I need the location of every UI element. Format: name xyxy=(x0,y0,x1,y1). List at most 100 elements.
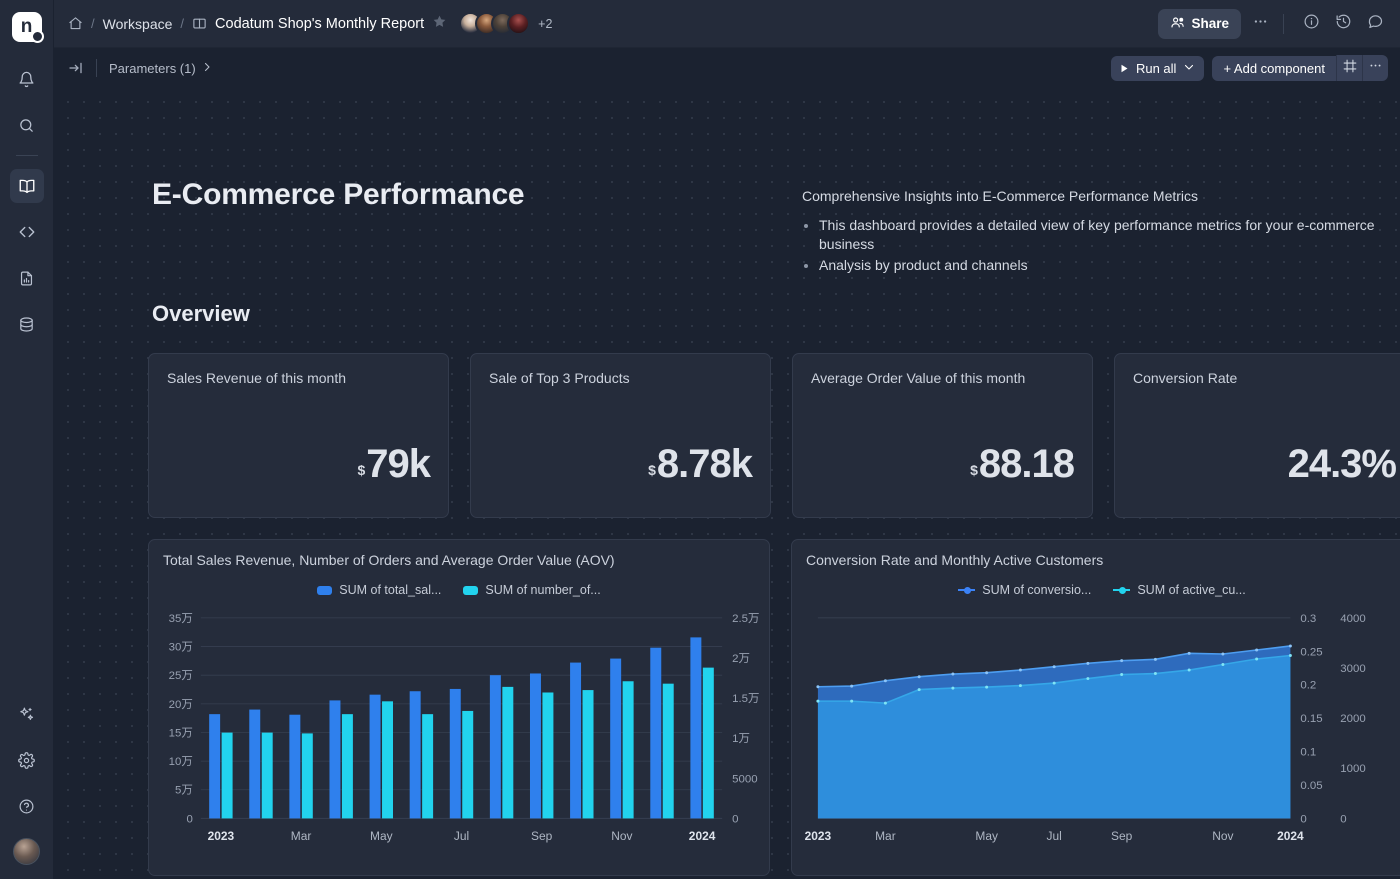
user-avatar[interactable] xyxy=(13,838,40,865)
y-axis-right-tick: 2000 xyxy=(1340,713,1365,725)
x-axis-tick: 2024 xyxy=(689,829,716,843)
legend-line-marker xyxy=(1113,589,1130,591)
comment-icon xyxy=(1367,13,1384,35)
kpi-card-average-order-value[interactable]: Average Order Value of this month $ 88.1… xyxy=(792,353,1093,518)
add-component-button[interactable]: + Add component xyxy=(1212,56,1336,81)
star-icon[interactable] xyxy=(432,14,447,34)
data-point xyxy=(1120,659,1123,662)
chart-card-sales[interactable]: Total Sales Revenue, Number of Orders an… xyxy=(148,539,770,876)
kpi-value: 24.3% xyxy=(1115,442,1396,487)
sidebar-item-notebook[interactable] xyxy=(10,169,44,203)
data-point xyxy=(985,671,988,674)
y-axis-left-tick: 5万 xyxy=(175,785,193,797)
info-button[interactable] xyxy=(1298,11,1324,37)
bar-number-of-orders xyxy=(382,701,393,818)
topbar-more-button[interactable] xyxy=(1247,11,1273,37)
people-icon xyxy=(1170,15,1185,33)
chevron-down-icon[interactable] xyxy=(1183,61,1195,76)
kpi-card-sales-revenue[interactable]: Sales Revenue of this month $ 79k xyxy=(148,353,449,518)
run-all-label: Run all xyxy=(1136,61,1176,76)
y-axis-left-tick: 30万 xyxy=(169,642,193,654)
sidebar-item-ai-assist[interactable] xyxy=(10,697,44,731)
data-point xyxy=(1255,648,1258,651)
bar-total-sales xyxy=(209,714,220,818)
y-axis-left-tick: 0.3 xyxy=(1300,613,1316,625)
parameters-button[interactable]: Parameters (1) xyxy=(109,61,213,76)
run-all-button[interactable]: Run all xyxy=(1111,56,1204,81)
page-description: Comprehensive Insights into E-Commerce P… xyxy=(802,188,1382,277)
help-circle-icon xyxy=(18,798,35,815)
sidebar-item-database[interactable] xyxy=(10,307,44,341)
breadcrumb-workspace[interactable]: Workspace xyxy=(103,16,173,32)
comments-button[interactable] xyxy=(1362,11,1388,37)
section-title-overview: Overview xyxy=(152,301,250,327)
data-point xyxy=(1120,673,1123,676)
document-title[interactable]: Codatum Shop's Monthly Report xyxy=(215,16,424,32)
kpi-card-conversion-rate[interactable]: Conversion Rate 24.3% xyxy=(1114,353,1400,518)
y-axis-right-tick: 1000 xyxy=(1340,763,1365,775)
data-point xyxy=(1188,669,1191,672)
sidebar-divider xyxy=(16,155,38,156)
bar-number-of-orders xyxy=(342,714,353,818)
version-history-button[interactable] xyxy=(1330,11,1356,37)
kpi-label: Conversion Rate xyxy=(1133,370,1396,386)
y-axis-left-tick: 0.2 xyxy=(1300,680,1316,692)
data-point xyxy=(1019,669,1022,672)
sidebar-item-code[interactable] xyxy=(10,215,44,249)
layout-button[interactable] xyxy=(1336,55,1362,81)
y-axis-right-tick: 1.5万 xyxy=(732,693,759,705)
sidebar-item-report[interactable] xyxy=(10,261,44,295)
y-axis-right-tick: 2万 xyxy=(732,653,750,665)
y-axis-right-tick: 0 xyxy=(1340,813,1346,825)
app-logo[interactable]: n xyxy=(12,12,42,42)
bar-number-of-orders xyxy=(502,687,513,819)
legend-swatch xyxy=(317,586,332,595)
book-icon xyxy=(18,177,36,195)
kpi-value: $ 79k xyxy=(149,442,430,487)
legend-item[interactable]: SUM of active_cu... xyxy=(1113,583,1245,597)
chart-legend: SUM of conversio... SUM of active_cu... xyxy=(806,583,1398,597)
canvas-overflow-button[interactable] xyxy=(1362,55,1388,81)
data-point xyxy=(884,679,887,682)
kpi-label: Average Order Value of this month xyxy=(811,370,1074,386)
bar-total-sales xyxy=(249,710,260,819)
chart-card-conversion[interactable]: Conversion Rate and Monthly Active Custo… xyxy=(791,539,1400,876)
sidebar-item-help[interactable] xyxy=(10,789,44,823)
share-button[interactable]: Share xyxy=(1158,9,1241,39)
y-axis-right-tick: 5000 xyxy=(732,773,757,785)
legend-item[interactable]: SUM of total_sal... xyxy=(317,583,441,597)
data-point xyxy=(1188,652,1191,655)
legend-line-marker xyxy=(958,589,975,591)
collaborator-avatars[interactable]: +2 xyxy=(459,12,552,35)
kpi-label: Sale of Top 3 Products xyxy=(489,370,752,386)
sidebar-item-settings[interactable] xyxy=(10,743,44,777)
kpi-card-top-3-products[interactable]: Sale of Top 3 Products $ 8.78k xyxy=(470,353,771,518)
legend-item[interactable]: SUM of conversio... xyxy=(958,583,1091,597)
area-chart-plot: 00.050.10.150.20.250.3010002000300040002… xyxy=(792,604,1400,875)
legend-item[interactable]: SUM of number_of... xyxy=(463,583,600,597)
y-axis-left-tick: 15万 xyxy=(169,727,193,739)
avatar[interactable] xyxy=(507,12,530,35)
topbar-divider xyxy=(1283,14,1284,34)
x-axis-tick: Mar xyxy=(291,829,312,843)
legend-label: SUM of total_sal... xyxy=(339,583,441,597)
data-point xyxy=(1221,663,1224,666)
app-root: n xyxy=(0,0,1400,879)
chart-title: Conversion Rate and Monthly Active Custo… xyxy=(806,552,1398,568)
data-point xyxy=(1221,653,1224,656)
history-icon xyxy=(1335,13,1352,35)
chart-title: Total Sales Revenue, Number of Orders an… xyxy=(163,552,755,568)
sidebar-item-search[interactable] xyxy=(10,108,44,142)
kpi-number: 24.3% xyxy=(1288,442,1396,487)
info-circle-icon xyxy=(1303,13,1320,35)
y-axis-left-tick: 0.25 xyxy=(1300,646,1322,658)
bar-total-sales xyxy=(410,691,421,818)
bar-number-of-orders xyxy=(623,681,634,818)
collapse-panel-icon[interactable] xyxy=(68,60,84,76)
kpi-value: $ 8.78k xyxy=(471,442,752,487)
sidebar-item-notifications[interactable] xyxy=(10,62,44,96)
x-axis-tick: Sep xyxy=(1111,829,1133,843)
bar-number-of-orders xyxy=(262,733,273,819)
data-point xyxy=(884,702,887,705)
home-icon[interactable] xyxy=(68,16,83,31)
